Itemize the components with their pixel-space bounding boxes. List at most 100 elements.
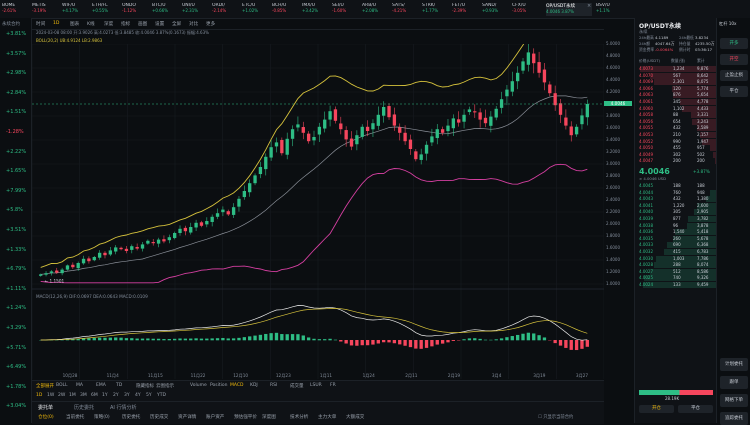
watchlist-item[interactable]: +1.24% xyxy=(6,305,26,311)
indicator-toggle[interactable]: MA xyxy=(76,383,83,388)
indicator-toggle[interactable]: TD xyxy=(116,383,122,388)
range-button[interactable]: 5Y xyxy=(146,393,152,398)
bid-row[interactable]: 4.00282888,074 xyxy=(635,262,717,268)
watchlist-item[interactable]: +1.51% xyxy=(6,109,26,115)
order-tab[interactable]: 预估强平价 xyxy=(234,414,257,420)
ask-row[interactable]: 4.00566543,243 xyxy=(635,119,717,125)
side-action-button[interactable]: 平仓 xyxy=(720,86,748,97)
strategy-button[interactable]: 网格下单 xyxy=(720,394,748,407)
symbol-tab[interactable]: BSV/U+1.1% xyxy=(596,3,624,16)
bid-row[interactable]: 4.00324156,783 xyxy=(635,249,717,255)
order-tab[interactable]: 当前委托 xyxy=(66,414,84,420)
ask-row[interactable]: 4.00638765,654 xyxy=(635,92,717,98)
sub-indicator-toggle[interactable]: LSUR xyxy=(310,383,322,388)
bid-row[interactable]: 4.00275128,586 xyxy=(635,269,717,275)
symbol-tab[interactable]: SAND/+0.93% xyxy=(482,3,510,16)
sub-indicator-toggle[interactable]: 成交量 xyxy=(290,383,304,389)
range-button[interactable]: 1W xyxy=(47,393,54,398)
side-action-button[interactable]: 开多 xyxy=(720,38,748,49)
toolbar-item[interactable]: 画图 xyxy=(138,21,147,27)
symbol-tab[interactable]: ETH/FL+0.55% xyxy=(92,3,120,16)
ask-row[interactable]: 4.00554322,589 xyxy=(635,125,717,131)
toolbar-item[interactable]: 全屏 xyxy=(172,21,181,27)
order-tab[interactable]: 主力大单 xyxy=(318,414,336,420)
ask-row[interactable]: 4.00601,1024,433 xyxy=(635,106,717,112)
ask-row[interactable]: 4.00532102,157 xyxy=(635,132,717,138)
indicator-toggle[interactable]: 隐藏指标 xyxy=(136,383,154,389)
symbol-tab[interactable]: ONDO-1.12% xyxy=(122,3,150,16)
symbol-tab[interactable]: BTC/U+0.66% xyxy=(152,3,180,16)
watchlist-item[interactable]: +7.99% xyxy=(6,188,26,194)
symbol-tab-active[interactable]: OP/USDT永续4.0046 3.87%× xyxy=(546,3,592,16)
range-button[interactable]: YTD xyxy=(157,393,166,398)
bid-row[interactable]: 4.00352605,678 xyxy=(635,236,717,242)
indicator-toggle[interactable]: BOLL xyxy=(56,383,68,388)
open-position-tab[interactable]: 开仓 xyxy=(639,405,674,413)
bid-row[interactable]: 4.00403052,905 xyxy=(635,209,717,215)
toolbar-item[interactable]: 图表 xyxy=(70,21,79,27)
symbol-tab[interactable]: ARB/U+2.08% xyxy=(362,3,390,16)
ask-row[interactable]: 4.0049302502 xyxy=(635,152,717,158)
bid-row[interactable]: 4.00434321,380 xyxy=(635,196,717,202)
indicator-toggle[interactable]: 全部展开 xyxy=(36,383,54,389)
toolbar-item[interactable]: 时间 xyxy=(36,21,45,27)
watchlist-item[interactable]: +3.51% xyxy=(6,227,26,233)
watchlist-item[interactable]: +6.49% xyxy=(6,364,26,370)
order-tab[interactable]: 策略(0) xyxy=(94,414,110,420)
watchlist-item[interactable]: +3.04% xyxy=(6,403,26,409)
watchlist-item[interactable]: +1.11% xyxy=(6,286,26,292)
symbol-tab[interactable]: SEI/U-1.60% xyxy=(332,3,360,16)
ask-row[interactable]: 4.00661205,774 xyxy=(635,86,717,92)
bid-row[interactable]: 4.00411,2202,600 xyxy=(635,203,717,209)
symbol-tab[interactable]: CFX/U-3.05% xyxy=(512,3,540,16)
watchlist-item[interactable]: +3.81% xyxy=(6,31,26,37)
side-action-button[interactable]: 止盈止损 xyxy=(720,70,748,81)
side-action-button[interactable]: 开空 xyxy=(720,54,748,65)
ask-row[interactable]: 4.0050455957 xyxy=(635,145,717,151)
range-button[interactable]: 3Y xyxy=(124,393,130,398)
watchlist-item[interactable]: +2.84% xyxy=(6,90,26,96)
strategy-button[interactable]: 追踪委托 xyxy=(720,412,748,425)
bid-row[interactable]: 4.0044760948 xyxy=(635,190,717,196)
ask-row[interactable]: 4.00692,3018,075 xyxy=(635,79,717,85)
order-tab[interactable]: 历史委托 xyxy=(122,414,140,420)
watchlist-item[interactable]: +1.33% xyxy=(6,247,26,253)
close-icon[interactable]: × xyxy=(587,3,591,9)
indicator-toggle[interactable]: 云图指示 xyxy=(156,383,174,389)
leverage-selector[interactable]: 杠杆 10x xyxy=(719,21,737,27)
sub-indicator-toggle[interactable]: Position xyxy=(210,383,228,388)
range-button[interactable]: 6M xyxy=(91,393,98,398)
toolbar-item[interactable]: 指标 xyxy=(121,21,130,27)
range-button[interactable]: 2W xyxy=(58,393,65,398)
toolbar-item[interactable]: 深度 xyxy=(104,21,113,27)
bid-row[interactable]: 4.00301,0037,786 xyxy=(635,256,717,262)
watchlist-item[interactable]: +3.57% xyxy=(6,51,26,57)
range-button[interactable]: 1Y xyxy=(102,393,108,398)
sub-indicator-toggle[interactable]: Volume xyxy=(190,383,207,388)
watchlist-item[interactable]: +5.8% xyxy=(6,207,23,213)
toolbar-item[interactable]: 更多 xyxy=(206,21,215,27)
indicator-toggle[interactable]: EMA xyxy=(96,383,106,388)
toolbar-item[interactable]: 设置 xyxy=(155,21,164,27)
order-tab[interactable]: 大额成交 xyxy=(346,414,364,420)
symbol-tab[interactable]: UNI/U+2.31% xyxy=(182,3,210,16)
symbol-tab[interactable]: WIF/U+4.17% xyxy=(62,3,90,16)
symbol-tab[interactable]: ORDI/-2.14% xyxy=(212,3,240,16)
watchlist-item[interactable]: +5.71% xyxy=(6,345,26,351)
bid-row[interactable]: 4.00398773,782 xyxy=(635,216,717,222)
current-contract-only-toggle[interactable]: ☐ 只显示当前合约 xyxy=(538,414,573,420)
order-tab[interactable]: 历史成交 xyxy=(150,414,168,420)
ask-row[interactable]: 4.00529901,947 xyxy=(635,139,717,145)
symbol-tab[interactable]: METIS-3.19% xyxy=(32,3,60,16)
ask-row[interactable]: 4.00705678,642 xyxy=(635,73,717,79)
bid-row[interactable]: 4.0038963,878 xyxy=(635,223,717,229)
symbol-tab[interactable]: STRK/+1.77% xyxy=(422,3,450,16)
range-button[interactable]: 3M xyxy=(80,393,87,398)
toolbar-item[interactable]: 对比 xyxy=(189,21,198,27)
range-button[interactable]: 1M xyxy=(69,393,76,398)
toolbar-item[interactable]: K线 xyxy=(87,21,95,27)
watchlist-item[interactable]: +1.78% xyxy=(6,384,26,390)
watchlist-item[interactable]: -1.28% xyxy=(6,129,24,135)
symbol-tab[interactable]: BOME-2.61% xyxy=(2,3,30,16)
order-tab[interactable]: 技术分析 xyxy=(290,414,308,420)
